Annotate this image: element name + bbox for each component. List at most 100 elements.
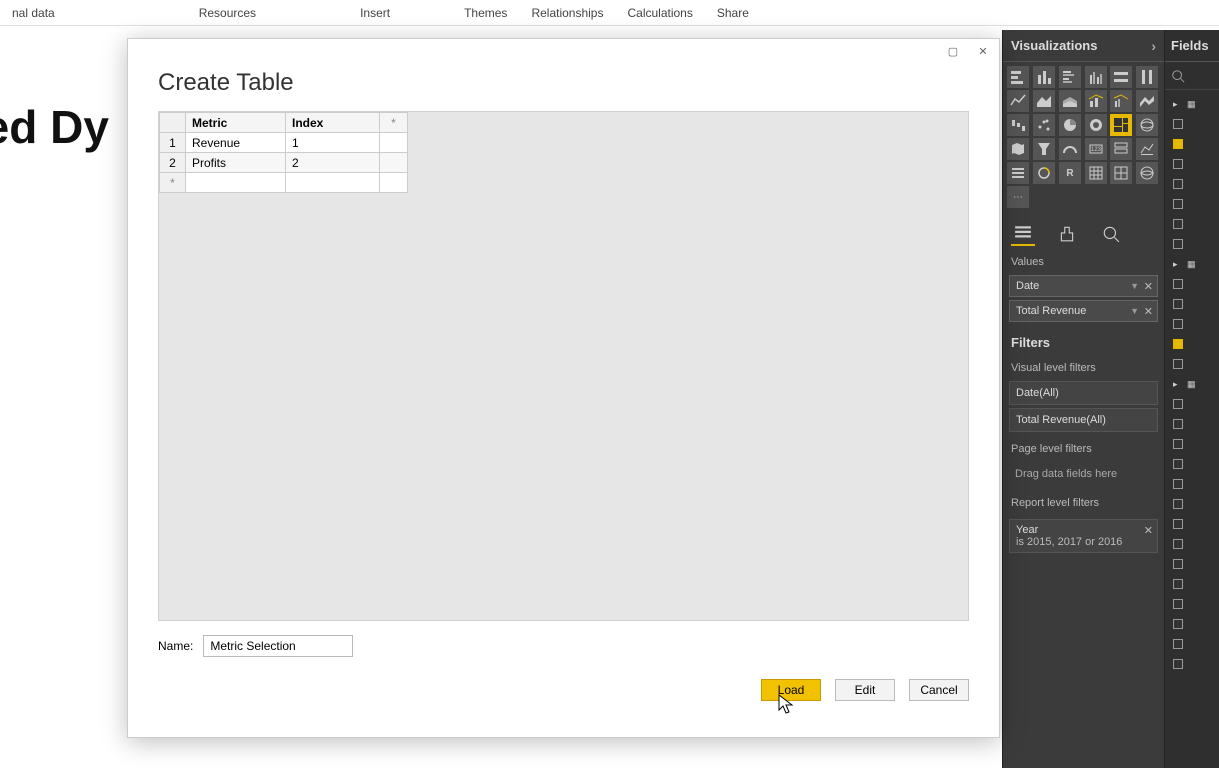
remove-field-icon[interactable]: ✕ bbox=[1144, 305, 1153, 318]
cell-empty[interactable] bbox=[380, 153, 408, 173]
clustered-column-icon[interactable] bbox=[1085, 66, 1107, 88]
checkbox-icon[interactable] bbox=[1173, 239, 1183, 249]
checkbox-icon[interactable] bbox=[1173, 179, 1183, 189]
checkbox-icon[interactable] bbox=[1173, 279, 1183, 289]
checkbox-icon[interactable] bbox=[1173, 479, 1183, 489]
scatter-icon[interactable] bbox=[1033, 114, 1055, 136]
edit-button[interactable]: Edit bbox=[835, 679, 895, 701]
chevron-down-icon[interactable]: ▼ bbox=[1130, 281, 1139, 291]
ribbon-tab-themes[interactable]: Themes bbox=[452, 0, 519, 25]
cancel-button[interactable]: Cancel bbox=[909, 679, 969, 701]
field-item[interactable] bbox=[1165, 574, 1219, 594]
analytics-tab-icon[interactable] bbox=[1099, 222, 1123, 246]
visualizations-header[interactable]: Visualizations › bbox=[1003, 30, 1164, 62]
cell-empty[interactable] bbox=[286, 173, 380, 193]
hundred-stacked-bar-icon[interactable] bbox=[1110, 66, 1132, 88]
checkbox-icon[interactable] bbox=[1173, 459, 1183, 469]
r-visual-icon[interactable] bbox=[1085, 162, 1107, 184]
field-item[interactable] bbox=[1165, 634, 1219, 654]
checkbox-icon[interactable] bbox=[1173, 419, 1183, 429]
drag-fields-hint[interactable]: Drag data fields here bbox=[1009, 462, 1158, 486]
checkbox-icon[interactable] bbox=[1173, 519, 1183, 529]
ribbon-tab-external-data[interactable]: nal data bbox=[0, 0, 67, 25]
checkbox-icon[interactable] bbox=[1173, 499, 1183, 509]
line-chart-icon[interactable] bbox=[1007, 90, 1029, 112]
load-button[interactable]: Load bbox=[761, 679, 821, 701]
python-visual-icon[interactable] bbox=[1110, 162, 1132, 184]
ribbon-tab-calculations[interactable]: Calculations bbox=[615, 0, 704, 25]
checkbox-icon[interactable] bbox=[1173, 559, 1183, 569]
ribbon-tab-share[interactable]: Share bbox=[705, 0, 761, 25]
kpi-icon[interactable] bbox=[1136, 138, 1158, 160]
multi-row-card-icon[interactable] bbox=[1110, 138, 1132, 160]
fields-search[interactable] bbox=[1165, 62, 1219, 90]
field-item[interactable] bbox=[1165, 314, 1219, 334]
stacked-bar-icon[interactable] bbox=[1007, 66, 1029, 88]
checkbox-icon[interactable] bbox=[1173, 199, 1183, 209]
column-header-index[interactable]: Index bbox=[286, 113, 380, 133]
hundred-stacked-column-icon[interactable] bbox=[1136, 66, 1158, 88]
stacked-column-icon[interactable] bbox=[1033, 66, 1055, 88]
field-item[interactable] bbox=[1165, 614, 1219, 634]
checkbox-icon[interactable] bbox=[1173, 299, 1183, 309]
row-header[interactable]: 1 bbox=[160, 133, 186, 153]
field-item[interactable] bbox=[1165, 354, 1219, 374]
remove-field-icon[interactable]: ✕ bbox=[1144, 280, 1153, 293]
checkbox-icon[interactable] bbox=[1173, 359, 1183, 369]
field-item[interactable] bbox=[1165, 474, 1219, 494]
field-item[interactable] bbox=[1165, 294, 1219, 314]
field-item[interactable] bbox=[1165, 454, 1219, 474]
field-item[interactable] bbox=[1165, 514, 1219, 534]
line-clustered-column-icon[interactable] bbox=[1110, 90, 1132, 112]
checkbox-icon[interactable] bbox=[1173, 579, 1183, 589]
field-item[interactable] bbox=[1165, 154, 1219, 174]
field-item[interactable] bbox=[1165, 134, 1219, 154]
field-item[interactable] bbox=[1165, 274, 1219, 294]
donut-chart-icon[interactable] bbox=[1085, 114, 1107, 136]
cell-metric[interactable]: Revenue bbox=[186, 133, 286, 153]
field-item[interactable] bbox=[1165, 194, 1219, 214]
format-tab-icon[interactable] bbox=[1055, 222, 1079, 246]
field-item[interactable] bbox=[1165, 594, 1219, 614]
field-item[interactable] bbox=[1165, 234, 1219, 254]
waterfall-icon[interactable] bbox=[1007, 114, 1029, 136]
row-header[interactable]: 2 bbox=[160, 153, 186, 173]
chevron-right-icon[interactable]: › bbox=[1151, 38, 1156, 54]
field-item[interactable] bbox=[1165, 174, 1219, 194]
checkbox-checked-icon[interactable] bbox=[1173, 139, 1183, 149]
field-item[interactable] bbox=[1165, 434, 1219, 454]
report-filter-year[interactable]: Year is 2015, 2017 or 2016 ✕ bbox=[1009, 519, 1158, 553]
maximize-icon[interactable]: ▢ bbox=[943, 42, 963, 60]
table-node[interactable]: ▸▦ bbox=[1165, 374, 1219, 394]
pie-chart-icon[interactable] bbox=[1059, 114, 1081, 136]
area-chart-icon[interactable] bbox=[1033, 90, 1055, 112]
checkbox-icon[interactable] bbox=[1173, 399, 1183, 409]
field-item[interactable] bbox=[1165, 534, 1219, 554]
matrix-icon[interactable]: R bbox=[1059, 162, 1081, 184]
column-header-metric[interactable]: Metric bbox=[186, 113, 286, 133]
visual-filter-total-revenue[interactable]: Total Revenue(All) bbox=[1009, 408, 1158, 432]
chevron-down-icon[interactable]: ▼ bbox=[1130, 306, 1139, 316]
checkbox-icon[interactable] bbox=[1173, 439, 1183, 449]
checkbox-icon[interactable] bbox=[1173, 319, 1183, 329]
cell-empty[interactable] bbox=[380, 133, 408, 153]
field-item[interactable] bbox=[1165, 554, 1219, 574]
arcgis-icon[interactable] bbox=[1136, 162, 1158, 184]
checkbox-checked-icon[interactable] bbox=[1173, 339, 1183, 349]
field-item[interactable] bbox=[1165, 334, 1219, 354]
field-item[interactable] bbox=[1165, 394, 1219, 414]
cell-metric[interactable]: Profits bbox=[186, 153, 286, 173]
stacked-area-icon[interactable] bbox=[1059, 90, 1081, 112]
filled-map-icon[interactable] bbox=[1007, 138, 1029, 160]
checkbox-icon[interactable] bbox=[1173, 219, 1183, 229]
ribbon-tab-resources[interactable]: Resources bbox=[187, 0, 268, 25]
gauge-icon[interactable] bbox=[1059, 138, 1081, 160]
field-item[interactable] bbox=[1165, 414, 1219, 434]
table-grid[interactable]: Metric Index * 1 Revenue 1 2 Profits 2 * bbox=[158, 111, 969, 621]
fields-tab-icon[interactable] bbox=[1011, 222, 1035, 246]
cell-empty[interactable] bbox=[186, 173, 286, 193]
value-field-date[interactable]: Date ▼ ✕ bbox=[1009, 275, 1158, 297]
add-column-cell[interactable]: * bbox=[380, 113, 408, 133]
checkbox-icon[interactable] bbox=[1173, 659, 1183, 669]
checkbox-icon[interactable] bbox=[1173, 539, 1183, 549]
